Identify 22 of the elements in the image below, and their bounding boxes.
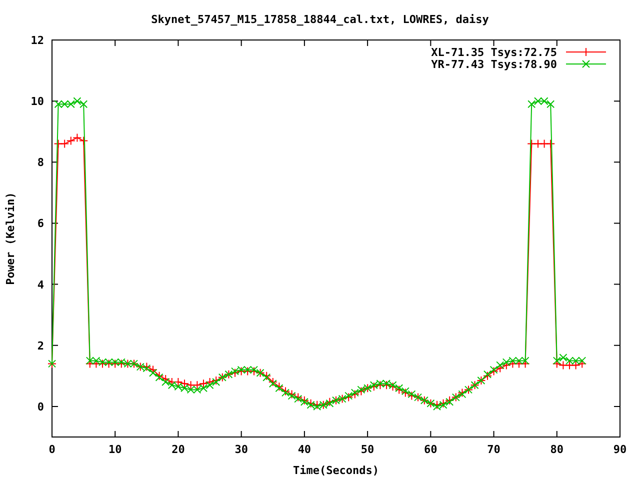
tick-label: 10	[30, 95, 44, 108]
tick-label: 4	[37, 278, 44, 292]
tick-label: 30	[234, 443, 248, 456]
tick-label: 90	[613, 443, 627, 456]
axis-label: Time(Seconds)	[292, 464, 380, 477]
tick-label: 0	[48, 443, 56, 456]
tick-label: 10	[108, 443, 122, 456]
tick-label: 50	[360, 443, 374, 456]
legend-label: XL-71.35 Tsys:72.75	[431, 46, 557, 59]
tick-label: 12	[30, 34, 44, 47]
tick-label: 80	[550, 443, 564, 456]
tick-label: 20	[172, 443, 185, 456]
axis-label: Power (Kelvin)	[4, 192, 17, 285]
chart-title: Skynet_57457_M15_17858_18844_cal.txt, LOWRES, daisy	[151, 13, 489, 26]
legend-label: YR-77.43 Tsys:78.90	[431, 58, 557, 71]
tick-label: 6	[37, 217, 44, 230]
tick-label: 40	[298, 443, 312, 456]
tick-label: 0	[37, 400, 44, 414]
tick-label: 60	[424, 443, 438, 456]
tick-label: 2	[37, 339, 44, 352]
tick-label: 8	[37, 156, 44, 170]
tick-label: 70	[487, 443, 500, 456]
